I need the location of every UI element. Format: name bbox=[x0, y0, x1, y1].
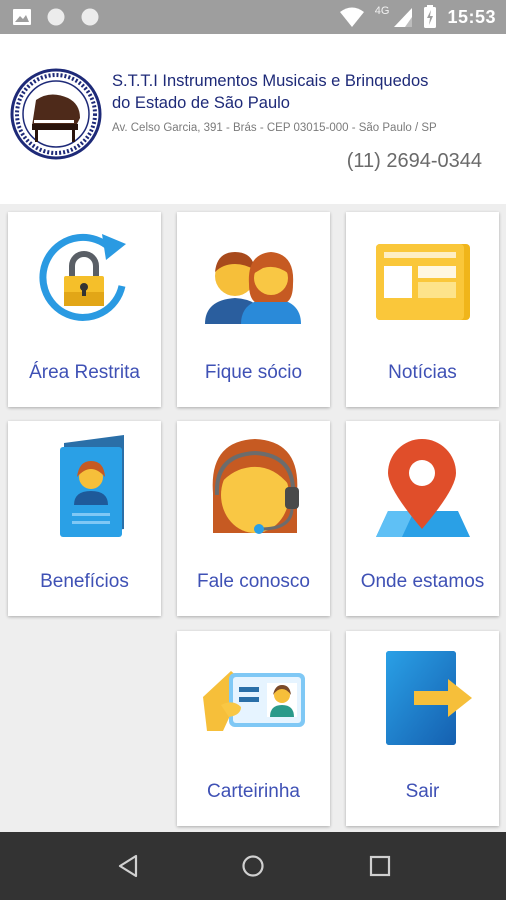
organization-phone[interactable]: (11) 2694-0344 bbox=[347, 150, 482, 173]
menu-tile-noticias[interactable]: Notícias bbox=[346, 212, 499, 407]
circle-icon bbox=[47, 8, 65, 26]
recents-icon[interactable] bbox=[366, 852, 394, 880]
organization-name-line2: do Estado de São Paulo bbox=[112, 94, 290, 112]
organization-name: S.T.T.I Instrumentos Musicais e Brinqued… bbox=[112, 70, 492, 114]
menu-label: Sair bbox=[405, 781, 440, 802]
menu-label: Carteirinha bbox=[207, 781, 300, 802]
wifi-icon bbox=[339, 7, 364, 27]
navigation-bar bbox=[0, 832, 506, 900]
lock-refresh-icon bbox=[39, 233, 126, 321]
menu-label: Benefícios bbox=[40, 571, 129, 592]
organization-name-line1: S.T.T.I Instrumentos Musicais e Brinqued… bbox=[112, 72, 429, 90]
menu-label: Fale conosco bbox=[196, 571, 310, 592]
id-booklet-icon bbox=[60, 435, 124, 537]
menu-tile-fique-socio[interactable]: Fique sócio bbox=[177, 212, 330, 407]
clock: 15:53 bbox=[447, 6, 496, 27]
organization-address: Av. Celso Garcia, 391 - Brás - CEP 03015… bbox=[112, 122, 437, 134]
map-pin-icon bbox=[376, 439, 470, 537]
image-icon bbox=[13, 9, 31, 25]
menu-tile-beneficios[interactable]: Benefícios bbox=[8, 421, 161, 616]
home-icon[interactable] bbox=[239, 852, 267, 880]
id-card-icon bbox=[203, 671, 305, 731]
menu-label: Fique sócio bbox=[204, 362, 303, 383]
exit-door-icon bbox=[386, 651, 472, 745]
menu-label: Área Restrita bbox=[29, 362, 140, 383]
piano-seal-logo bbox=[10, 68, 102, 160]
menu-tile-onde-estamos[interactable]: Onde estamos bbox=[346, 421, 499, 616]
menu-tile-carteirinha[interactable]: Carteirinha bbox=[177, 631, 330, 826]
header: S.T.T.I Instrumentos Musicais e Brinqued… bbox=[0, 34, 506, 204]
circle-icon bbox=[81, 8, 99, 26]
back-icon[interactable] bbox=[114, 852, 142, 880]
people-icon bbox=[205, 252, 301, 324]
menu-label: Notícias bbox=[388, 362, 457, 383]
menu-tile-sair[interactable]: Sair bbox=[346, 631, 499, 826]
status-bar: 4G 15:53 bbox=[0, 0, 506, 34]
menu-tile-fale-conosco[interactable]: Fale conosco bbox=[177, 421, 330, 616]
newspaper-icon bbox=[376, 244, 470, 320]
signal-icon bbox=[394, 8, 413, 27]
headset-agent-icon bbox=[212, 439, 299, 534]
network-type: 4G bbox=[374, 5, 390, 17]
menu-label: Onde estamos bbox=[360, 571, 485, 592]
battery-charging-icon bbox=[424, 5, 437, 28]
menu-tile-area-restrita[interactable]: Área Restrita bbox=[8, 212, 161, 407]
